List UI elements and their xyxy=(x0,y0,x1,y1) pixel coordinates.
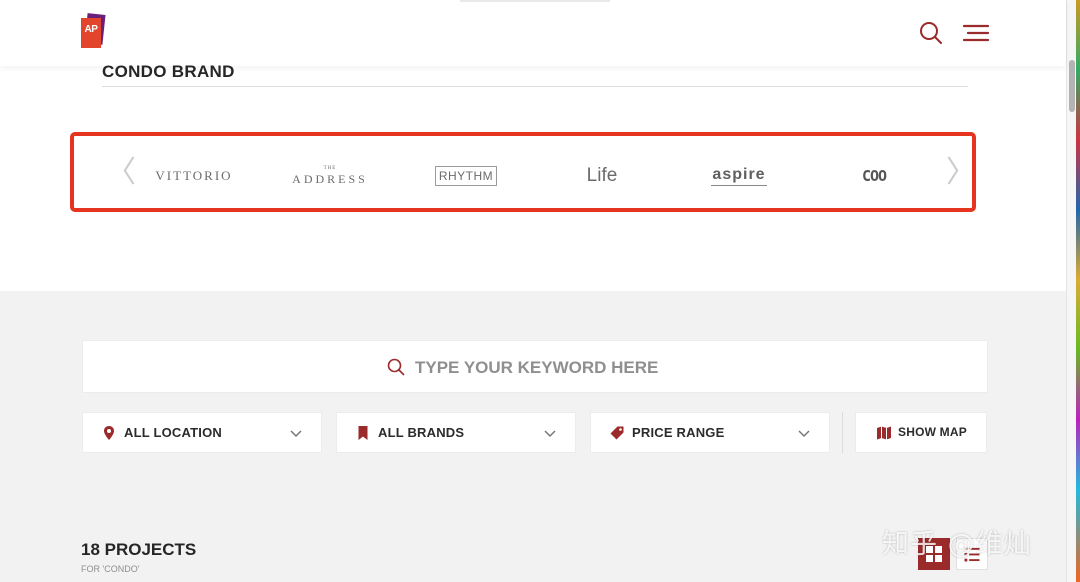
search-icon[interactable] xyxy=(918,20,944,46)
section-divider xyxy=(102,86,968,87)
menu-icon[interactable] xyxy=(960,20,992,46)
page: AP CONDO BRAND 〈 VITTORIO THE ADDRESS RH… xyxy=(0,0,1080,582)
section-title: CONDO BRAND xyxy=(102,62,235,81)
ap-logo[interactable]: AP xyxy=(80,13,106,48)
aspire-label: aspire xyxy=(712,166,766,183)
search-icon xyxy=(387,358,405,376)
brands-dropdown-label: ALL BRANDS xyxy=(378,425,465,440)
location-dropdown[interactable]: ALL LOCATION xyxy=(82,412,322,453)
brand-logo-vittorio[interactable]: VITTORIO xyxy=(150,162,238,190)
projects-count: 18 PROJECTS xyxy=(81,540,197,559)
chevron-down-icon xyxy=(798,430,810,438)
brand-logo-life[interactable]: Life xyxy=(576,162,628,190)
logo-text: AP xyxy=(84,24,98,35)
map-icon xyxy=(877,426,891,440)
show-map-label: SHOW MAP xyxy=(898,425,967,439)
scrollbar-thumb[interactable] xyxy=(1069,60,1075,112)
aspire-underline xyxy=(711,185,767,186)
keyword-search-input[interactable] xyxy=(413,355,817,381)
price-range-dropdown-label: PRICE RANGE xyxy=(632,425,725,440)
show-map-button[interactable]: SHOW MAP xyxy=(855,412,987,453)
top-strip xyxy=(460,0,610,2)
filter-divider xyxy=(842,412,843,453)
address-big-label: ADDRESS xyxy=(292,172,368,186)
brand-logo-the-address[interactable]: THE ADDRESS xyxy=(292,162,368,190)
price-tag-icon xyxy=(610,426,624,440)
edge-artifact xyxy=(1076,0,1080,582)
brand-logo-aspire[interactable]: aspire xyxy=(708,162,770,190)
keyword-search-box[interactable] xyxy=(82,340,988,393)
carousel-next-arrow[interactable]: 〉 xyxy=(946,158,976,188)
bookmark-icon xyxy=(358,426,368,440)
brand-logo-rhythm[interactable]: RHYTHM xyxy=(434,162,498,190)
projects-query-label: FOR 'CONDO' xyxy=(81,564,140,574)
site-header: AP xyxy=(0,0,1066,66)
location-dropdown-label: ALL LOCATION xyxy=(124,425,222,440)
chevron-down-icon xyxy=(544,430,556,438)
carousel-prev-arrow[interactable]: 〈 xyxy=(106,158,136,188)
brands-dropdown[interactable]: ALL BRANDS xyxy=(336,412,576,453)
chevron-down-icon xyxy=(290,430,302,438)
rhythm-label: RHYTHM xyxy=(434,166,498,186)
brand-carousel: 〈 VITTORIO THE ADDRESS RHYTHM Life aspir… xyxy=(70,132,978,214)
watermark: 知乎 @维灿 xyxy=(882,529,1032,560)
brand-logo-coo[interactable]: COO xyxy=(854,162,894,190)
price-range-dropdown[interactable]: PRICE RANGE xyxy=(590,412,830,453)
location-pin-icon xyxy=(104,426,114,440)
